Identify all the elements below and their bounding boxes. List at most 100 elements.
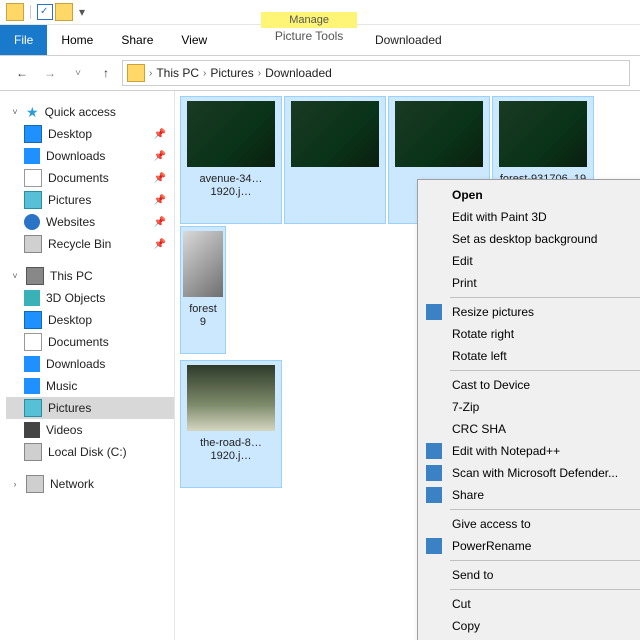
sidebar-network[interactable]: › Network <box>6 473 174 495</box>
sidebar-item-music[interactable]: Music <box>6 375 174 397</box>
ic-pic-icon <box>24 191 42 209</box>
sidebar-item-downloads[interactable]: Downloads <box>6 353 174 375</box>
sidebar-item-recycle-bin[interactable]: Recycle Bin📌 <box>6 233 174 255</box>
context-menu-item-set-as-desktop-background[interactable]: Set as desktop background <box>420 228 640 250</box>
thumbnail-image <box>187 101 275 167</box>
defender-icon <box>426 465 442 481</box>
ic-blue-icon <box>24 356 40 372</box>
network-icon <box>26 475 44 493</box>
file-thumbnail[interactable]: forest9 <box>181 227 225 353</box>
context-menu-separator <box>450 509 640 510</box>
breadcrumb-downloaded[interactable]: Downloaded <box>265 66 332 80</box>
context-menu-label: Print <box>452 276 477 290</box>
collapse-icon[interactable]: ˅ <box>10 271 20 281</box>
sidebar-item-label: Network <box>50 477 94 491</box>
context-menu-label: Give access to <box>452 517 531 531</box>
context-menu-item-resize-pictures[interactable]: Resize pictures <box>420 301 640 323</box>
context-menu-separator <box>450 370 640 371</box>
context-menu-item-share[interactable]: Share <box>420 484 640 506</box>
context-menu-item-send-to[interactable]: Send to❯ <box>420 564 640 586</box>
sidebar-this-pc[interactable]: ˅ This PC <box>6 265 174 287</box>
sidebar-item-documents[interactable]: Documents <box>6 331 174 353</box>
context-menu-item-cut[interactable]: Cut <box>420 593 640 615</box>
sidebar-item-label: This PC <box>50 269 93 283</box>
context-menu-item-rotate-right[interactable]: Rotate right <box>420 323 640 345</box>
context-menu-item-crc-sha[interactable]: CRC SHA❯ <box>420 418 640 440</box>
ic-music-icon <box>24 378 40 394</box>
context-menu-item-copy[interactable]: Copy <box>420 615 640 637</box>
sidebar-item-label: Websites <box>46 215 95 229</box>
sidebar-item-websites[interactable]: Websites 📌 <box>6 211 174 233</box>
sidebar-item-3d-objects[interactable]: 3D Objects <box>6 287 174 309</box>
tab-home[interactable]: Home <box>47 25 107 55</box>
ic-screen-icon <box>24 125 42 143</box>
context-menu-item-give-access-to[interactable]: Give access to❯ <box>420 513 640 535</box>
pin-icon: 📌 <box>154 195 166 206</box>
ic-doc-icon <box>24 169 42 187</box>
sidebar-item-desktop[interactable]: Desktop <box>6 309 174 331</box>
ic-doc-icon <box>24 333 42 351</box>
file-thumbnail[interactable] <box>285 97 385 223</box>
breadcrumb-folder-icon <box>127 64 145 82</box>
collapse-icon[interactable]: ˅ <box>10 107 20 117</box>
sidebar-item-label: Documents <box>48 171 109 185</box>
properties-icon[interactable]: ✓ <box>37 4 53 20</box>
context-menu-item-scan-with-microsoft-defender[interactable]: Scan with Microsoft Defender... <box>420 462 640 484</box>
ic-blue-icon <box>24 148 40 164</box>
context-menu-item-edit-with-notepad[interactable]: Edit with Notepad++ <box>420 440 640 462</box>
chevron-right-icon[interactable]: › <box>258 68 261 79</box>
context-menu-label: Rotate left <box>452 349 507 363</box>
tab-view[interactable]: View <box>167 25 221 55</box>
sidebar-item-label: Pictures <box>48 401 91 415</box>
context-menu-item-7-zip[interactable]: 7-Zip❯ <box>420 396 640 418</box>
tab-picture-tools[interactable]: Picture Tools <box>265 28 353 44</box>
sidebar-item-downloads[interactable]: Downloads📌 <box>6 145 174 167</box>
chevron-right-icon[interactable]: › <box>203 68 206 79</box>
breadcrumb-pictures[interactable]: Pictures <box>210 66 253 80</box>
sidebar-item-label: Downloads <box>46 149 105 163</box>
expand-icon[interactable]: › <box>10 479 20 489</box>
explorer-body: ˅ ★ Quick access Desktop📌Downloads📌Docum… <box>0 91 640 640</box>
thumbnail-image <box>291 101 379 167</box>
context-menu-item-powerrename[interactable]: PowerRename <box>420 535 640 557</box>
sidebar-quick-access[interactable]: ˅ ★ Quick access <box>6 101 174 123</box>
sidebar-item-local-disk-c-[interactable]: Local Disk (C:) <box>6 441 174 463</box>
ic-3d-icon <box>24 290 40 306</box>
pin-icon: 📌 <box>154 217 166 228</box>
sidebar-item-pictures[interactable]: Pictures 📌 <box>6 189 174 211</box>
sidebar-item-label: Pictures <box>48 193 91 207</box>
context-menu-item-open[interactable]: Open <box>420 184 640 206</box>
context-menu-label: Edit <box>452 254 473 268</box>
file-tab[interactable]: File <box>0 25 47 55</box>
file-name-label: the-road-8…1920.j… <box>198 437 264 463</box>
back-button[interactable]: ← <box>10 61 34 85</box>
context-menu-item-edit-with-paint-3d[interactable]: Edit with Paint 3D <box>420 206 640 228</box>
sidebar-item-videos[interactable]: Videos <box>6 419 174 441</box>
up-button[interactable]: ↑ <box>94 61 118 85</box>
sidebar-item-desktop[interactable]: Desktop📌 <box>6 123 174 145</box>
file-pane[interactable]: avenue-34…1920.j…forest-931706_1920.jpgf… <box>175 91 640 640</box>
sidebar-item-pictures[interactable]: Pictures <box>6 397 174 419</box>
share-icon <box>426 487 442 503</box>
npp-icon <box>426 443 442 459</box>
qat-overflow-icon[interactable]: ▾ <box>75 5 89 19</box>
context-menu-label: Cut <box>452 597 471 611</box>
new-folder-icon[interactable] <box>55 3 73 21</box>
chevron-right-icon[interactable]: › <box>149 68 152 79</box>
context-menu-label: Open <box>452 188 483 202</box>
address-field[interactable]: › This PC › Pictures › Downloaded <box>122 60 630 86</box>
forward-button[interactable]: → <box>38 61 62 85</box>
context-menu-item-rotate-left[interactable]: Rotate left <box>420 345 640 367</box>
context-menu-item-print[interactable]: Print <box>420 272 640 294</box>
file-thumbnail[interactable]: avenue-34…1920.j… <box>181 97 281 223</box>
thumbnail-image <box>499 101 587 167</box>
tab-share[interactable]: Share <box>107 25 167 55</box>
sidebar-item-label: 3D Objects <box>46 291 105 305</box>
file-thumbnail[interactable]: the-road-8…1920.j… <box>181 361 281 487</box>
context-menu-item-cast-to-device[interactable]: Cast to Device❯ <box>420 374 640 396</box>
breadcrumb-this-pc[interactable]: This PC <box>156 66 199 80</box>
context-menu-item-edit[interactable]: Edit <box>420 250 640 272</box>
sidebar-item-documents[interactable]: Documents📌 <box>6 167 174 189</box>
recent-locations-button[interactable]: ˅ <box>66 61 90 85</box>
folder-icon[interactable] <box>6 3 24 21</box>
